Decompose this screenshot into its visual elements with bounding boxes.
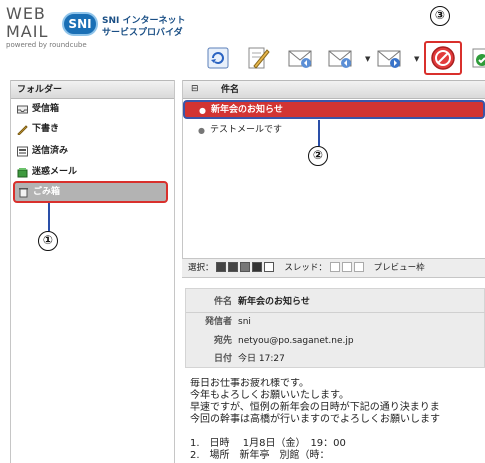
subject-key: 件名 <box>213 297 232 307</box>
forward-dropdown-icon[interactable]: ▼ <box>414 55 419 63</box>
provider-name-line2: サービスプロバイダ <box>102 28 183 38</box>
folder-item-drafts[interactable]: 下書き <box>14 120 169 139</box>
select-page-icon[interactable] <box>228 262 239 272</box>
body-line: 早速ですが、恒例の新年会の日時が下記の通り決まりま <box>190 402 440 413</box>
forward-icon[interactable] <box>375 44 403 72</box>
sent-icon <box>17 146 28 157</box>
junk-icon <box>17 168 28 178</box>
body-line: 1. 日時 1月8日（金） 19：00 <box>190 438 346 449</box>
folder-label: 下書き <box>32 124 60 134</box>
read-dot-icon: ● <box>198 126 205 135</box>
folder-label: 迷惑メール <box>32 167 78 177</box>
message-list-header: ⊟ 件名 <box>183 80 485 99</box>
folder-item-inbox[interactable]: 受信箱 <box>14 100 169 119</box>
select-all-icon[interactable] <box>216 262 227 272</box>
powered-by-text: powered by roundcube <box>6 41 87 49</box>
pencil-icon <box>17 125 28 135</box>
body-line: 毎日お仕事お疲れ様です。 <box>190 378 309 389</box>
to-value[interactable]: netyou@po.saganet.ne.jp <box>238 332 354 350</box>
folder-pane-title: フォルダー <box>11 80 174 99</box>
inbox-icon <box>17 105 28 114</box>
thread-expand-icon[interactable] <box>329 262 340 272</box>
message-row[interactable]: ● テストメールです <box>184 122 484 141</box>
folder-item-sent[interactable]: 送信済み <box>14 142 169 161</box>
date-value: 今日 17:27 <box>238 354 285 364</box>
callout-three: ③ <box>430 6 450 26</box>
reply-all-dropdown-icon[interactable]: ▼ <box>365 55 370 63</box>
mark-icon[interactable] <box>470 44 485 72</box>
logo-mail-text: MAIL <box>6 22 49 41</box>
header-date-row: 日付 今日 17:27 <box>186 350 485 368</box>
message-subject: テストメールです <box>210 125 283 135</box>
unread-dot-icon: ● <box>199 106 206 115</box>
trash-icon <box>19 188 28 198</box>
folder-label: 送信済み <box>32 146 69 156</box>
callout-one-connector <box>48 203 50 231</box>
sni-logo-badge: SNI <box>62 12 98 36</box>
folder-label: ごみ箱 <box>33 187 61 197</box>
folder-item-trash[interactable]: ごみ箱 <box>13 181 168 203</box>
from-value[interactable]: sni <box>238 313 251 331</box>
message-row-selected[interactable]: ● 新年会のお知らせ <box>183 100 485 119</box>
callout-two-connector <box>318 120 320 146</box>
callout-two: ② <box>308 146 328 166</box>
thread-label: スレッド： <box>284 263 327 273</box>
select-label: 選択： <box>188 263 214 273</box>
subject-value: 新年会のお知らせ <box>238 297 310 307</box>
body-line: 今年もよろしくお願いいたします。 <box>190 390 349 401</box>
delete-icon[interactable] <box>429 44 457 72</box>
reply-icon[interactable] <box>286 44 314 72</box>
refresh-icon[interactable] <box>204 44 232 72</box>
compose-icon[interactable] <box>243 44 271 72</box>
message-header-box: 件名 新年会のお知らせ 発信者 sni 宛先 netyou@po.saganet… <box>185 288 485 368</box>
logo-web-text: WEB <box>6 4 46 23</box>
body-line: 今回の幹事は高橋が行いますのでよろしくお願いします <box>190 414 440 425</box>
select-flagged-icon[interactable] <box>252 262 263 272</box>
list-options-icon[interactable]: ⊟ <box>191 84 199 94</box>
folder-label: 受信箱 <box>32 104 60 114</box>
from-key: 発信者 <box>204 317 232 327</box>
select-unread-icon[interactable] <box>240 262 251 272</box>
thread-all-icon[interactable] <box>353 262 364 272</box>
callout-one: ① <box>38 231 58 251</box>
folder-item-junk[interactable]: 迷惑メール <box>14 163 169 182</box>
message-body: 毎日お仕事お疲れ様です。 今年もよろしくお願いいたします。 早速ですが、恒例の新… <box>190 378 485 462</box>
header-from-row: 発信者 sni <box>186 313 485 331</box>
body-line: 2. 場所 新年亭 別館（時： <box>190 450 330 461</box>
select-none-icon[interactable] <box>264 262 275 272</box>
to-key: 宛先 <box>213 336 232 346</box>
preview-pane-label[interactable]: プレビュー枠 <box>374 263 425 273</box>
subject-column-header[interactable]: 件名 <box>221 83 239 98</box>
date-key: 日付 <box>213 354 232 364</box>
selection-toolbar: 選択： スレッド： プレビュー枠 <box>182 258 485 278</box>
body-line <box>190 426 485 438</box>
header-subject-row: 件名 新年会のお知らせ <box>186 293 485 311</box>
thread-collapse-icon[interactable] <box>341 262 352 272</box>
message-subject: 新年会のお知らせ <box>211 105 283 115</box>
header-to-row: 宛先 netyou@po.saganet.ne.jp <box>186 332 485 350</box>
reply-all-icon[interactable] <box>326 44 354 72</box>
